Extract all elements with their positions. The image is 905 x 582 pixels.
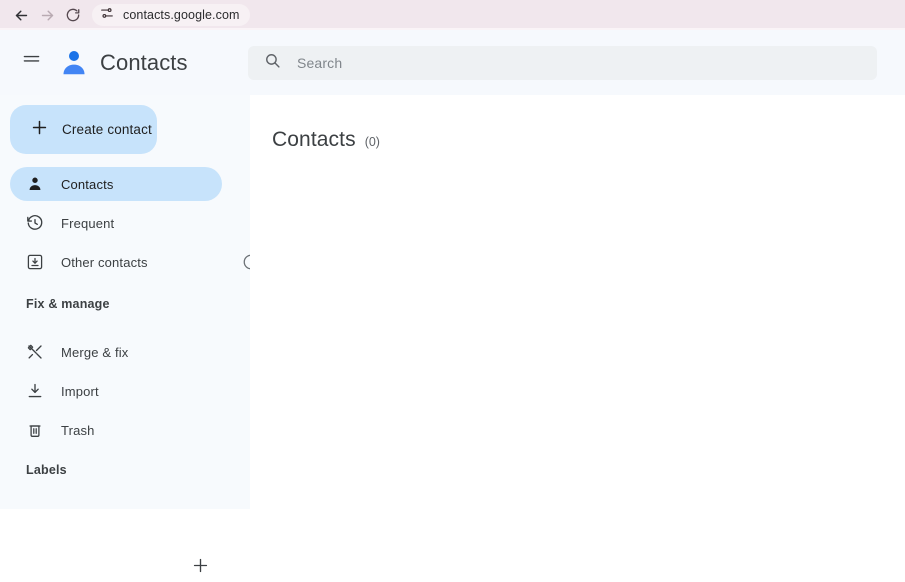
sidebar-item-label: Merge & fix [61, 344, 129, 360]
brand[interactable]: Contacts [59, 48, 188, 78]
plus-icon [191, 556, 210, 580]
back-button[interactable] [8, 2, 34, 28]
sidebar-item-label: Other contacts [61, 254, 148, 270]
search-input[interactable]: Search [297, 55, 342, 71]
reload-button[interactable] [60, 2, 86, 28]
browser-toolbar: contacts.google.com [0, 0, 905, 30]
history-clock-icon [26, 214, 44, 232]
reload-icon [65, 7, 81, 23]
hamburger-menu-icon [22, 51, 41, 75]
sidebar-item-merge-and-fix[interactable]: Merge & fix [10, 335, 222, 369]
plus-icon [30, 118, 49, 142]
arrow-right-icon [39, 7, 56, 24]
arrow-left-icon [13, 7, 30, 24]
fix-and-manage-heading: Fix & manage [26, 297, 110, 311]
search-bar[interactable]: Search [248, 46, 877, 80]
import-download-icon [26, 382, 44, 400]
merge-tools-icon [26, 343, 44, 361]
url-text: contacts.google.com [123, 8, 240, 22]
person-icon [26, 175, 44, 193]
fix-and-manage-nav: Merge & fix Import Trash [0, 335, 250, 452]
labels-heading: Labels [26, 463, 67, 477]
create-contact-button[interactable]: Create contact [10, 105, 157, 154]
sidebar: Create contact Contacts Frequent Other c… [0, 95, 259, 573]
contacts-count: (0) [364, 135, 380, 149]
page-settings-sliders-icon[interactable] [100, 6, 114, 25]
sidebar-item-label: Import [61, 383, 99, 399]
trash-bin-icon [26, 421, 44, 439]
app-title: Contacts [100, 49, 188, 75]
sidebar-item-label: Trash [61, 422, 95, 438]
sidebar-item-frequent[interactable]: Frequent [10, 206, 222, 240]
sidebar-item-trash[interactable]: Trash [10, 413, 222, 447]
contacts-person-logo-icon [59, 48, 89, 78]
sidebar-item-import[interactable]: Import [10, 374, 222, 408]
main-content: Contacts (0) [250, 105, 905, 509]
inbox-download-icon [26, 253, 44, 271]
page-title-text: Contacts [272, 128, 356, 151]
sidebar-item-label: Contacts [61, 176, 114, 192]
sidebar-item-label: Frequent [61, 215, 115, 231]
search-icon [264, 52, 281, 74]
primary-nav: Contacts Frequent Other contacts [0, 167, 259, 284]
address-bar[interactable]: contacts.google.com [92, 4, 250, 26]
hamburger-menu-button[interactable] [11, 43, 51, 83]
sidebar-item-contacts[interactable]: Contacts [10, 167, 222, 201]
create-contact-label: Create contact [62, 122, 152, 137]
forward-button[interactable] [34, 2, 60, 28]
page-title: Contacts (0) [272, 128, 380, 152]
sidebar-item-other-contacts[interactable]: Other contacts [10, 245, 259, 279]
create-label-button[interactable] [186, 554, 214, 582]
